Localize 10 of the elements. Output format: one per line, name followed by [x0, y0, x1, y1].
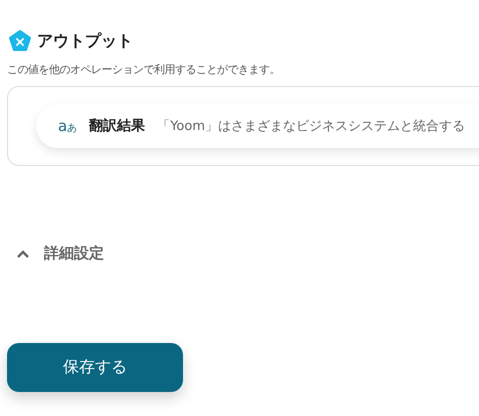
chevron-icon[interactable] [16, 248, 30, 258]
output-label: 翻訳結果 [89, 117, 146, 135]
section-title: アウトプット [37, 30, 133, 52]
x-badge-icon [9, 30, 31, 52]
advanced-settings-label[interactable]: 詳細設定 [44, 244, 104, 263]
save-button[interactable]: 保存する [7, 343, 183, 392]
output-chip[interactable]: aあ 翻訳結果 「Yoom」はさまざまなビジネスシステムと統合する [36, 104, 479, 148]
output-value: 「Yoom」はさまざまなビジネスシステムと統合する [157, 118, 465, 135]
section-description: この値を他のオペレーションで利用することができます。 [7, 62, 281, 77]
translate-icon: aあ [58, 117, 78, 135]
